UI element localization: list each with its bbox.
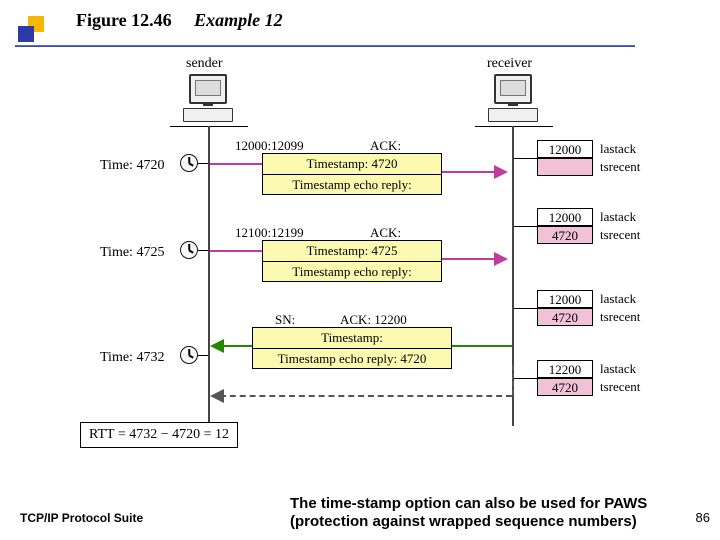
time-1-label: Time: 4720 (100, 158, 164, 174)
msg2-line-echo: Timestamp echo reply: (263, 262, 441, 282)
footer-source: TCP/IP Protocol Suite (20, 511, 143, 525)
sequence-diagram: sender receiver Time: 4720 Time: 4725 Ti… (40, 50, 650, 465)
example-number: Example 12 (194, 10, 283, 30)
clock-icon-3 (180, 346, 198, 364)
message-box-3: Timestamp: Timestamp echo reply: 4720 (252, 327, 452, 369)
state3-conn (514, 308, 537, 309)
msg3-arrow-left (220, 345, 252, 347)
time-3-label: Time: 4732 (100, 350, 164, 366)
message-box-2: Timestamp: 4725 Timestamp echo reply: (262, 240, 442, 282)
msg2-line-timestamp: Timestamp: 4725 (263, 241, 441, 262)
receiver-label: receiver (487, 56, 532, 72)
state4-bot: 4720 (537, 378, 593, 396)
sender-label: sender (186, 56, 223, 72)
msg3-line-right (452, 345, 512, 347)
clock-icon-2 (180, 241, 198, 259)
state3-lab2: tsrecent (600, 308, 640, 326)
sender-lifeline (208, 126, 210, 426)
state2-lab1: lastack (600, 208, 636, 226)
clock-conn-1 (198, 163, 208, 164)
state1-conn (514, 158, 537, 159)
msg3-line-timestamp: Timestamp: (253, 328, 451, 349)
rtt-text: RTT = 4732 − 4720 = 12 (89, 427, 229, 442)
dashed-ack-arrow (220, 395, 512, 397)
slide-title: Figure 12.46 Example 12 (76, 10, 283, 31)
receiver-base-line (475, 126, 553, 127)
state-box-2: 12000 4720 lastack tsrecent (537, 208, 640, 244)
state3-lab1: lastack (600, 290, 636, 308)
msg1-arrow-right (442, 171, 498, 173)
msg2-line-left (210, 250, 262, 252)
slide-bullet (18, 16, 44, 42)
state2-top: 12000 (537, 208, 593, 226)
message-box-1: Timestamp: 4720 Timestamp echo reply: (262, 153, 442, 195)
state3-bot: 4720 (537, 308, 593, 326)
state4-conn (514, 378, 537, 379)
state-box-4: 12200 4720 lastack tsrecent (537, 360, 640, 396)
state4-lab1: lastack (600, 360, 636, 378)
msg3-ack-label: ACK: 12200 (340, 312, 407, 328)
footer-note: The time-stamp option can also be used f… (290, 495, 670, 533)
clock-icon-1 (180, 154, 198, 172)
state1-bot (537, 158, 593, 176)
state4-top: 12200 (537, 360, 593, 378)
state2-lab2: tsrecent (600, 226, 640, 244)
state3-top: 12000 (537, 290, 593, 308)
msg1-line-left (210, 163, 262, 165)
clock-conn-2 (198, 250, 208, 251)
msg2-seq-label: 12100:12199 (235, 225, 304, 241)
msg2-ack-label: ACK: (370, 225, 401, 241)
slide-number: 86 (696, 510, 710, 525)
receiver-computer-icon (485, 74, 540, 122)
figure-number: Figure 12.46 (76, 10, 172, 30)
state1-lab1: lastack (600, 140, 636, 158)
title-divider (15, 45, 635, 47)
msg1-line-echo: Timestamp echo reply: (263, 175, 441, 195)
msg1-ack-label: ACK: (370, 138, 401, 154)
state2-conn (514, 226, 537, 227)
state1-lab2: tsrecent (600, 158, 640, 176)
msg3-line-echo: Timestamp echo reply: 4720 (253, 349, 451, 369)
msg3-sn-label: SN: (275, 312, 295, 328)
state-box-1: 12000 lastack tsrecent (537, 140, 640, 176)
sender-computer-icon (180, 74, 235, 122)
msg2-arrow-right (442, 258, 498, 260)
rtt-box: RTT = 4732 − 4720 = 12 (80, 422, 238, 448)
state1-top: 12000 (537, 140, 593, 158)
msg1-line-timestamp: Timestamp: 4720 (263, 154, 441, 175)
state2-bot: 4720 (537, 226, 593, 244)
clock-conn-3 (198, 355, 208, 356)
dashed-receiver-drop (512, 365, 514, 395)
state4-lab2: tsrecent (600, 378, 640, 396)
msg1-seq-label: 12000:12099 (235, 138, 304, 154)
time-2-label: Time: 4725 (100, 245, 164, 261)
state-box-3: 12000 4720 lastack tsrecent (537, 290, 640, 326)
